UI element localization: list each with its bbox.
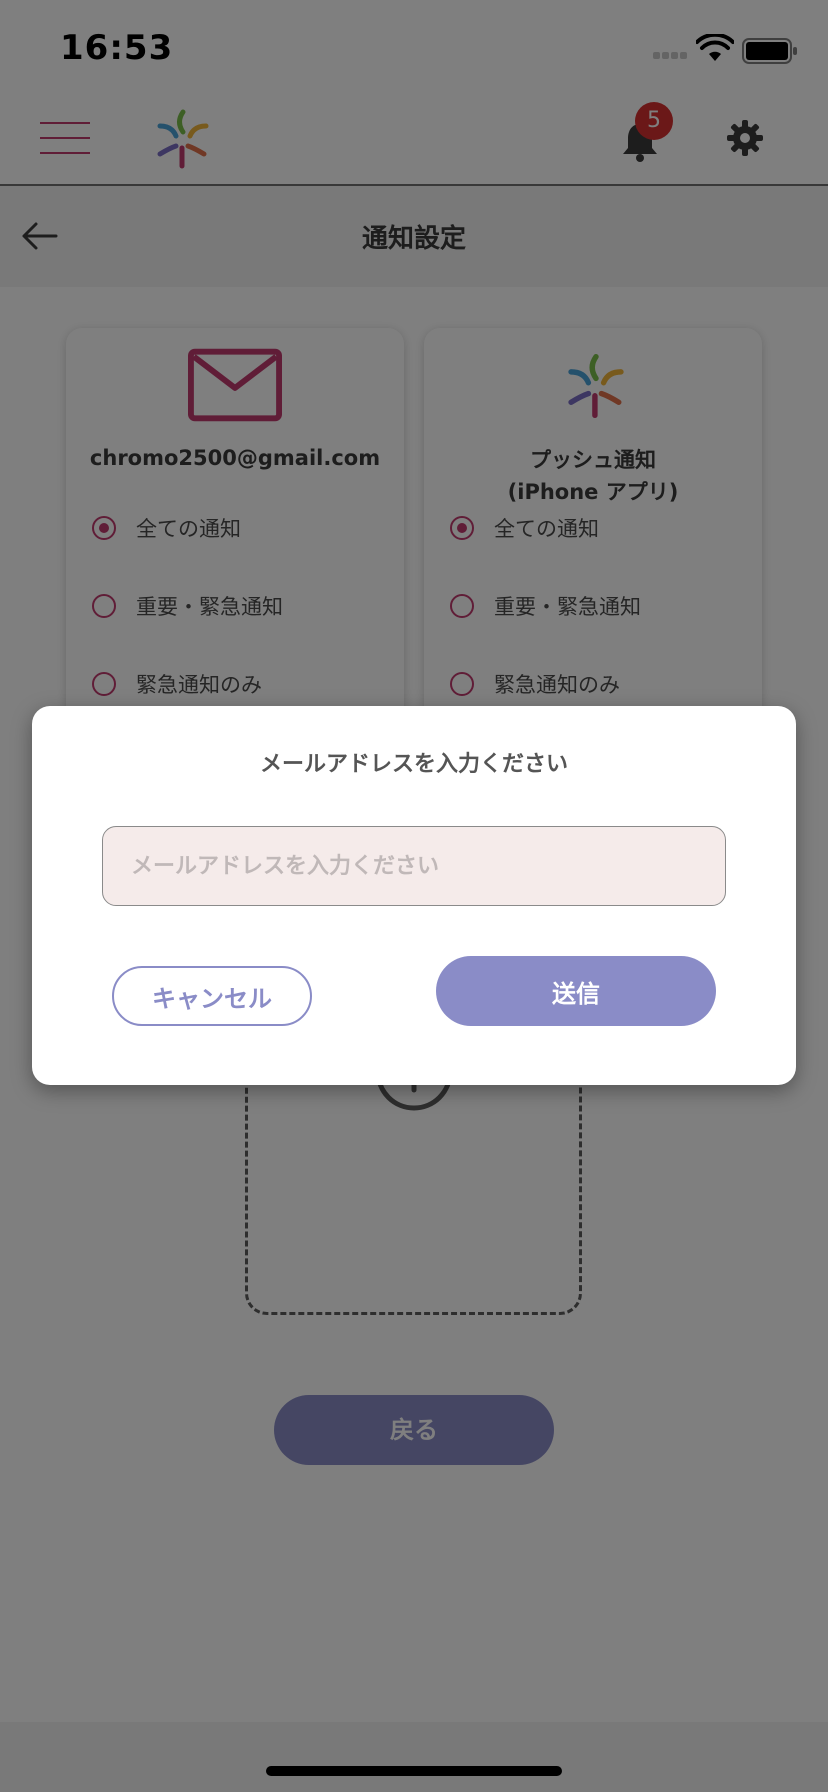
- dialog-title: メールアドレスを入力ください: [259, 752, 568, 777]
- send-button[interactable]: 送信: [436, 956, 716, 1026]
- email-input[interactable]: [102, 826, 726, 906]
- email-input-dialog: メールアドレスを入力ください キャンセル 送信: [32, 706, 796, 1085]
- home-indicator[interactable]: [266, 1766, 562, 1776]
- cancel-button[interactable]: キャンセル: [112, 966, 312, 1026]
